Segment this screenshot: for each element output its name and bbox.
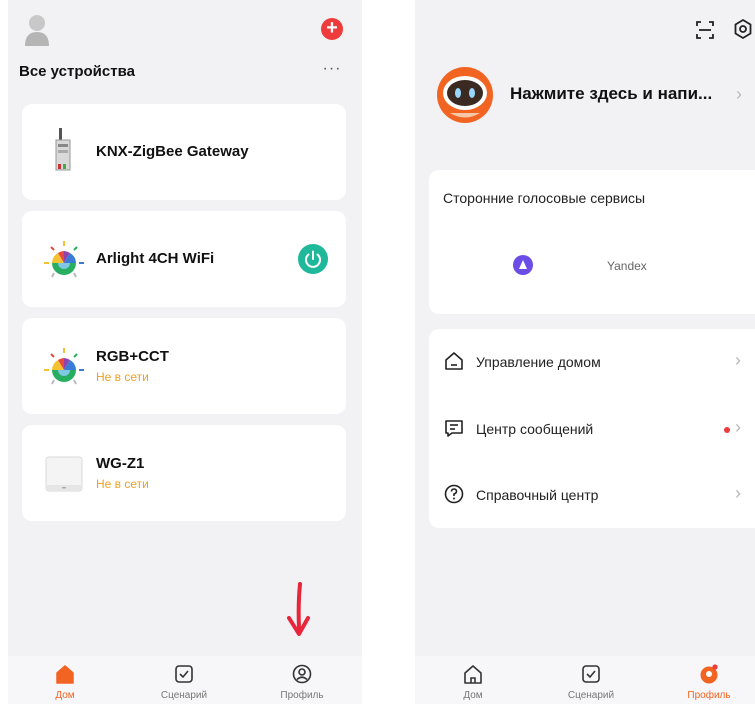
- tab-label: Дом: [55, 690, 75, 701]
- tab-label: Сценарий: [567, 690, 615, 701]
- tab-home[interactable]: Дом: [25, 664, 105, 701]
- message-icon: [445, 420, 463, 437]
- unread-badge: [724, 427, 730, 433]
- rgb-bulb-icon: [44, 241, 84, 278]
- chevron-right-icon[interactable]: ›: [736, 84, 742, 105]
- yandex-label[interactable]: Yandex: [607, 259, 647, 273]
- profile-prompt[interactable]: Нажмите здесь и напи...: [510, 84, 712, 104]
- user-avatar-icon[interactable]: [22, 12, 52, 46]
- menu-label: Справочный центр: [476, 487, 599, 503]
- alice-icon[interactable]: [513, 255, 533, 275]
- voice-services-card: Сторонние голосовые сервисы Yandex: [429, 170, 755, 314]
- bottom-tab-bar: Дом Сценарий Профиль: [415, 656, 755, 704]
- menu-label: Управление домом: [476, 354, 601, 370]
- more-options-button[interactable]: ···: [321, 60, 343, 80]
- tab-scenarios[interactable]: Сценарий: [551, 664, 631, 701]
- tab-home[interactable]: Дом: [433, 664, 513, 701]
- device-card-rgb-cct[interactable]: RGB+CCT Не в сети: [22, 318, 346, 414]
- device-status: Не в сети: [96, 477, 149, 491]
- hub-icon: [45, 456, 83, 492]
- tab-label: Дом: [463, 690, 483, 701]
- home-icon: [56, 665, 74, 684]
- device-card-wg-z1[interactable]: WG-Z1 Не в сети: [22, 425, 346, 521]
- chevron-right-icon: ›: [735, 483, 741, 503]
- home-icon: [464, 665, 482, 684]
- help-icon: [444, 484, 464, 504]
- tab-label: Профиль: [280, 690, 324, 701]
- profile-screen: Нажмите здесь и напи... › Сторонние голо…: [415, 0, 755, 704]
- menu-item-help-center[interactable]: Справочный центр ›: [429, 464, 755, 524]
- menu-item-message-center[interactable]: Центр сообщений ›: [429, 398, 755, 458]
- device-card-arlight[interactable]: Arlight 4CH WiFi: [22, 211, 346, 307]
- voice-services-title: Сторонние голосовые сервисы: [443, 190, 646, 206]
- home-screen: + Все устройства ··· KNX-ZigBee Gateway: [8, 0, 362, 704]
- power-toggle-button[interactable]: [298, 244, 328, 274]
- annotation-arrow-icon: [287, 582, 310, 636]
- tab-profile[interactable]: Профиль: [262, 664, 342, 701]
- add-device-button[interactable]: +: [321, 18, 343, 40]
- checkbox-icon: [582, 665, 600, 683]
- bottom-tab-bar: Дом Сценарий Профиль: [8, 656, 362, 704]
- tab-scenarios[interactable]: Сценарий: [144, 664, 224, 701]
- tab-profile[interactable]: Профиль: [669, 664, 749, 701]
- tab-label: Сценарий: [160, 690, 208, 701]
- gear-icon[interactable]: [733, 19, 753, 39]
- menu-label: Центр сообщений: [476, 421, 594, 437]
- tab-label: Профиль: [687, 690, 731, 701]
- checkbox-icon: [175, 665, 193, 683]
- chevron-right-icon: ›: [735, 417, 741, 437]
- robot-avatar-icon[interactable]: [436, 66, 494, 124]
- power-icon: [305, 250, 321, 268]
- device-name: KNX-ZigBee Gateway: [96, 143, 249, 160]
- device-card-knx-gateway[interactable]: KNX-ZigBee Gateway: [22, 104, 346, 200]
- scan-icon[interactable]: [695, 20, 715, 40]
- menu-item-home-management[interactable]: Управление домом ›: [429, 331, 755, 391]
- settings-menu-card: Управление домом › Центр сообщений › Спр…: [429, 329, 755, 528]
- all-devices-title: Все устройства: [19, 63, 135, 80]
- device-status: Не в сети: [96, 370, 149, 384]
- profile-icon: [700, 664, 718, 684]
- device-name: Arlight 4CH WiFi: [96, 250, 215, 267]
- profile-icon: [292, 664, 312, 684]
- device-name: RGB+CCT: [96, 348, 169, 365]
- chevron-right-icon: ›: [735, 350, 741, 370]
- device-name: WG-Z1: [96, 455, 145, 472]
- home-outline-icon: [445, 352, 463, 370]
- gateway-icon: [55, 128, 71, 171]
- rgb-bulb-icon: [44, 348, 84, 385]
